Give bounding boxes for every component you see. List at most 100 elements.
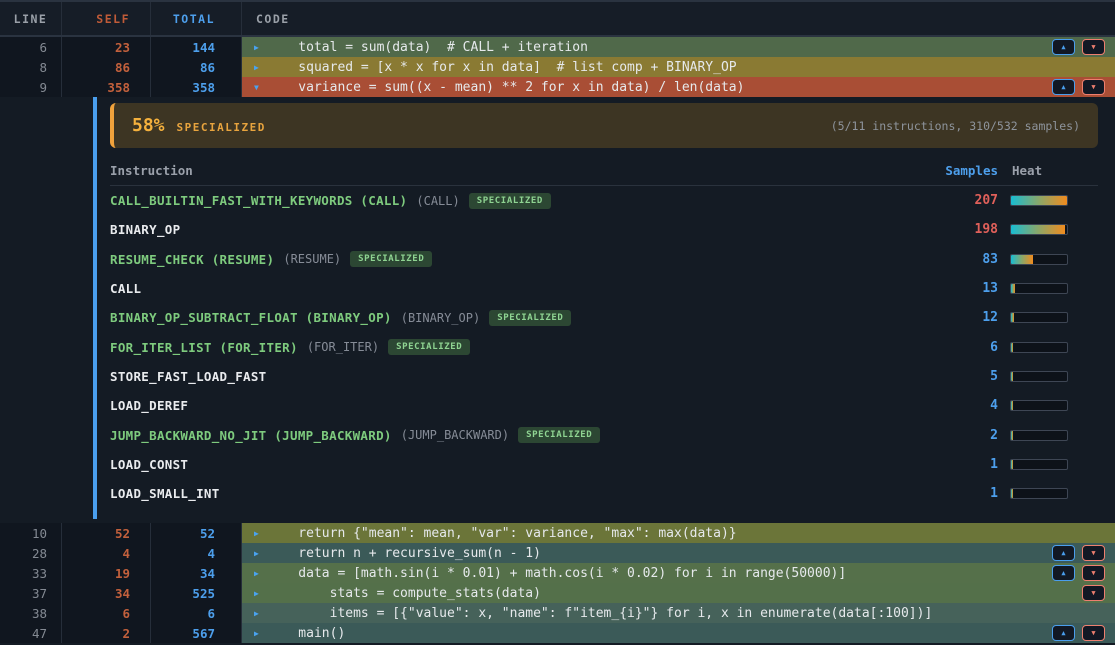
heat-bar-fill	[1011, 255, 1033, 264]
row-nav-buttons: ▲▼	[1052, 565, 1105, 581]
heat-bar-fill	[1011, 284, 1015, 293]
samples-value: 1	[932, 457, 998, 472]
expand-toggle-icon[interactable]: ▶	[254, 609, 265, 618]
jump-up-button[interactable]: ▲	[1052, 565, 1075, 581]
code-cell[interactable]: ▶ items = [{"value": x, "name": f"item_{…	[242, 603, 1115, 623]
heat-bar	[1010, 283, 1068, 294]
expand-toggle-icon[interactable]: ▶	[254, 43, 265, 52]
column-header-samples[interactable]: Samples	[932, 163, 998, 178]
heat-bar	[1010, 400, 1068, 411]
instruction-base-name: (RESUME)	[283, 252, 341, 266]
down-arrow-icon: ▼	[1091, 43, 1095, 51]
expand-toggle-icon[interactable]: ▶	[254, 63, 265, 72]
code-cell[interactable]: ▶ data = [math.sin(i * 0.01) + math.cos(…	[242, 563, 1115, 583]
samples-value: 6	[932, 340, 998, 355]
samples-value: 2	[932, 428, 998, 443]
jump-up-button[interactable]: ▲	[1052, 625, 1075, 641]
line-number-cell: 37	[0, 583, 62, 603]
column-header-line: LINE	[0, 2, 62, 35]
code-text: data = [math.sin(i * 0.01) + math.cos(i …	[267, 566, 846, 581]
instruction-name: FOR_ITER_LIST (FOR_ITER)	[110, 340, 298, 355]
jump-down-button[interactable]: ▼	[1082, 585, 1105, 601]
instruction-name-group: STORE_FAST_LOAD_FAST	[110, 369, 932, 384]
code-cell[interactable]: ▶ squared = [x * x for x in data] # list…	[242, 57, 1115, 77]
expand-toggle-icon[interactable]: ▶	[254, 549, 265, 558]
heat-bar-fill	[1011, 196, 1067, 205]
code-cell[interactable]: ▶ main()▲▼	[242, 623, 1115, 643]
line-number-cell: 6	[0, 37, 62, 57]
instruction-name: JUMP_BACKWARD_NO_JIT (JUMP_BACKWARD)	[110, 428, 392, 443]
instruction-name: CALL	[110, 281, 141, 296]
jump-down-button[interactable]: ▼	[1082, 79, 1105, 95]
jump-down-button[interactable]: ▼	[1082, 625, 1105, 641]
code-cell[interactable]: ▶ stats = compute_stats(data) ▼	[242, 583, 1115, 603]
column-header-total: TOTAL	[151, 2, 242, 35]
code-cell[interactable]: ▶ return {"mean": mean, "var": variance,…	[242, 523, 1115, 543]
heat-bar	[1010, 195, 1068, 206]
collapse-toggle-icon[interactable]: ▼	[254, 83, 265, 92]
self-time-cell: 52	[62, 523, 151, 543]
instruction-name-group: BINARY_OP	[110, 222, 932, 237]
code-row: 9358358▼ variance = sum((x - mean) ** 2 …	[0, 77, 1115, 97]
instruction-base-name: (FOR_ITER)	[307, 340, 379, 354]
total-time-cell: 358	[151, 77, 242, 97]
heat-bar-fill	[1011, 489, 1013, 498]
down-arrow-icon: ▼	[1091, 83, 1095, 91]
code-cell[interactable]: ▼ variance = sum((x - mean) ** 2 for x i…	[242, 77, 1115, 97]
jump-down-button[interactable]: ▼	[1082, 39, 1105, 55]
line-number-cell: 9	[0, 77, 62, 97]
specialization-banner: 58% SPECIALIZED (5/11 instructions, 310/…	[110, 103, 1098, 148]
panel-connector-line	[93, 97, 97, 519]
heat-bar-fill	[1011, 431, 1013, 440]
code-row: 105252▶ return {"mean": mean, "var": var…	[0, 523, 1115, 543]
heat-bar-fill	[1011, 460, 1013, 469]
specialized-badge: SPECIALIZED	[489, 310, 571, 326]
row-nav-buttons: ▲▼	[1052, 79, 1105, 95]
code-text: stats = compute_stats(data)	[267, 586, 541, 601]
specialization-panel: 58% SPECIALIZED (5/11 instructions, 310/…	[0, 97, 1115, 523]
instruction-table-header: Instruction Samples Heat	[110, 155, 1098, 186]
expand-toggle-icon[interactable]: ▶	[254, 529, 265, 538]
expand-toggle-icon[interactable]: ▶	[254, 569, 265, 578]
heat-bar	[1010, 312, 1068, 323]
jump-up-button[interactable]: ▲	[1052, 79, 1075, 95]
line-number-cell: 10	[0, 523, 62, 543]
column-header-heat: Heat	[1010, 163, 1068, 178]
code-cell[interactable]: ▶ total = sum(data) # CALL + iteration▲▼	[242, 37, 1115, 57]
instruction-row: CALL13	[110, 274, 1098, 303]
instruction-name: RESUME_CHECK (RESUME)	[110, 252, 274, 267]
jump-down-button[interactable]: ▼	[1082, 545, 1105, 561]
up-arrow-icon: ▲	[1061, 549, 1065, 557]
instruction-name: STORE_FAST_LOAD_FAST	[110, 369, 267, 384]
heat-bar-fill	[1011, 343, 1013, 352]
instruction-base-name: (CALL)	[416, 194, 459, 208]
specialized-badge: SPECIALIZED	[388, 339, 470, 355]
instruction-name: LOAD_CONST	[110, 457, 188, 472]
heat-bar-fill	[1011, 313, 1014, 322]
jump-down-button[interactable]: ▼	[1082, 565, 1105, 581]
samples-value: 207	[932, 193, 998, 208]
expand-toggle-icon[interactable]: ▶	[254, 629, 265, 638]
heat-bar	[1010, 430, 1068, 441]
jump-up-button[interactable]: ▲	[1052, 39, 1075, 55]
code-row: 3866▶ items = [{"value": x, "name": f"it…	[0, 603, 1115, 623]
total-time-cell: 86	[151, 57, 242, 77]
specialization-label: SPECIALIZED	[177, 121, 266, 134]
instruction-base-name: (BINARY_OP)	[401, 311, 480, 325]
down-arrow-icon: ▼	[1091, 549, 1095, 557]
instruction-row: LOAD_SMALL_INT1	[110, 479, 1098, 508]
code-row: 88686▶ squared = [x * x for x in data] #…	[0, 57, 1115, 77]
instruction-name: BINARY_OP	[110, 222, 180, 237]
jump-up-button[interactable]: ▲	[1052, 545, 1075, 561]
instruction-name-group: CALL_BUILTIN_FAST_WITH_KEYWORDS (CALL)(C…	[110, 193, 932, 209]
code-row: 3734525▶ stats = compute_stats(data)▼	[0, 583, 1115, 603]
column-header-instruction: Instruction	[110, 163, 932, 178]
heat-bar	[1010, 459, 1068, 470]
instruction-name: LOAD_SMALL_INT	[110, 486, 220, 501]
code-cell[interactable]: ▶ return n + recursive_sum(n - 1)▲▼	[242, 543, 1115, 563]
expand-toggle-icon[interactable]: ▶	[254, 589, 265, 598]
instruction-name-group: LOAD_SMALL_INT	[110, 486, 932, 501]
specialization-stats: (5/11 instructions, 310/532 samples)	[831, 119, 1080, 133]
instruction-name-group: JUMP_BACKWARD_NO_JIT (JUMP_BACKWARD)(JUM…	[110, 427, 932, 443]
instruction-name-group: BINARY_OP_SUBTRACT_FLOAT (BINARY_OP)(BIN…	[110, 310, 932, 326]
